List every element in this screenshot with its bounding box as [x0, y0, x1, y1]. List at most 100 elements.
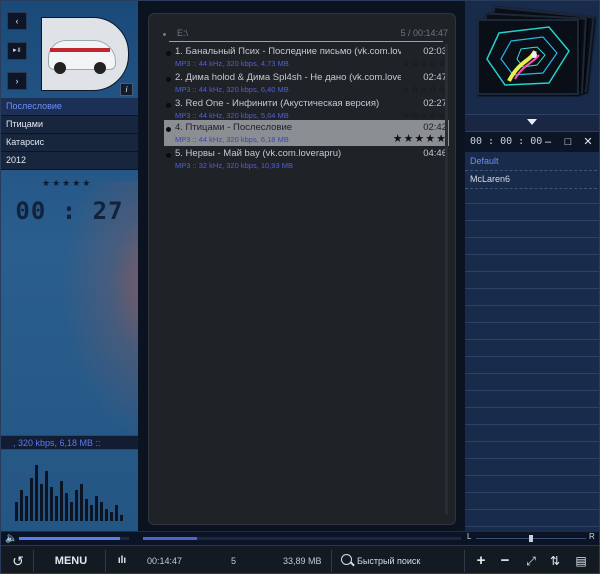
spectrum-bar — [105, 509, 108, 521]
info-icon[interactable]: i — [120, 83, 133, 96]
playlist-header: E:\ 5 / 00:14:47 — [163, 28, 448, 40]
track-duration: 04:46 — [423, 148, 447, 159]
remove-button[interactable]: − — [495, 546, 515, 573]
seek-progress — [143, 537, 197, 540]
header-divider — [169, 41, 443, 42]
player-window: ‹ ▸॥ › i Послесловие Птицами Катарсис 20… — [0, 0, 600, 574]
bitrate-info: , 320 kbps, 6,18 MB :: — [1, 435, 138, 450]
track-bullet — [166, 51, 171, 56]
track-meta: MP3 :: 44 kHz, 320 kbps, 6,40 MB — [175, 85, 289, 94]
triangle-down-icon — [527, 119, 537, 125]
equalizer-button[interactable]: ılı — [109, 546, 135, 573]
track-row[interactable]: 5. Нервы - Май bay (vk.com.loverapru) 04… — [164, 146, 449, 172]
playlist-path: E:\ — [177, 28, 189, 38]
elapsed-time: 00 : 27 — [15, 197, 124, 225]
track-row[interactable]: 2. Дима holod & Дима Spl4sh - Не дано (v… — [164, 70, 449, 96]
minimize-button[interactable]: – — [541, 134, 555, 150]
left-playlist-item[interactable]: Птицами — [1, 116, 138, 134]
visualization-toggle[interactable] — [465, 114, 599, 132]
spectrum-bar — [20, 490, 23, 521]
spectrum-bar — [45, 471, 48, 521]
toolbar: ↺ MENU ılı 00:14:47 5 33,89 MB + − ⤢ ⇅ ▤ — [1, 545, 599, 573]
play-pause-button[interactable]: ▸॥ — [7, 42, 27, 60]
playlist-summary: 5 / 00:14:47 — [400, 28, 448, 38]
track-rating[interactable]: ★★★★★ — [393, 132, 447, 145]
track-row-current[interactable]: 4. Птицами - Послесловие 02:42 MP3 :: 44… — [164, 120, 449, 146]
separator — [33, 550, 34, 572]
spectrum-bar — [120, 515, 123, 521]
next-button[interactable]: › — [7, 72, 27, 90]
track-title: 4. Птицами - Послесловие — [175, 122, 293, 133]
track-title: 2. Дима holod & Дима Spl4sh - Не дано (v… — [175, 72, 401, 83]
track-row[interactable]: 1. Банальный Псих - Последние письмо (vk… — [164, 44, 449, 70]
close-button[interactable]: ✕ — [581, 134, 595, 150]
track-bullet — [166, 153, 171, 158]
spectrum-bar — [100, 502, 103, 521]
spectrum-bar — [40, 484, 43, 521]
spectrum-bar — [110, 512, 113, 521]
search-icon[interactable] — [341, 554, 352, 565]
playlist-scrollbar[interactable] — [445, 44, 448, 514]
track-rating[interactable]: ☆☆☆☆☆ — [402, 58, 447, 69]
spectrum-visualizer — [15, 459, 125, 521]
slider-row: 🔈 L R — [1, 531, 599, 546]
quick-search-input[interactable] — [357, 552, 457, 570]
volume-icon[interactable]: 🔈 — [5, 533, 17, 544]
visualization-preview[interactable] — [475, 5, 595, 99]
spectrum-bar — [70, 502, 73, 521]
header-dot — [163, 33, 166, 36]
left-playlist-item[interactable]: Катарсис — [1, 134, 138, 152]
track-row[interactable]: 3. Red One - Инфинити (Акустическая верс… — [164, 96, 449, 122]
car-stripe — [50, 48, 110, 52]
empty-playlist-rows — [465, 187, 599, 527]
spectrum-bar — [30, 478, 33, 521]
right-time: 00 : 00 : 00 — [470, 136, 543, 147]
right-playlist-list: Default McLaren6 — [465, 153, 599, 189]
car-wheel — [94, 62, 106, 74]
spectrum-bar — [15, 502, 18, 521]
shuffle-button[interactable]: ⤢ — [521, 546, 541, 573]
spectrum-bar — [65, 493, 68, 521]
prev-button[interactable]: ‹ — [7, 12, 27, 30]
balance-right-label: R — [589, 532, 595, 541]
sort-button[interactable]: ⇅ — [545, 546, 565, 573]
document-icon[interactable]: ▤ — [571, 546, 591, 573]
spectrum-bar — [85, 499, 88, 521]
spectrum-bar — [90, 505, 93, 521]
left-playlist-item[interactable]: Послесловие — [1, 98, 138, 116]
separator — [464, 550, 465, 572]
spectrum-bar — [25, 496, 28, 521]
add-button[interactable]: + — [471, 546, 491, 573]
right-playlist-item[interactable]: Default — [465, 153, 599, 171]
menu-button[interactable]: MENU — [43, 546, 99, 573]
spectrum-bar — [95, 496, 98, 521]
balance-left-label: L — [467, 532, 472, 541]
album-cover[interactable] — [41, 17, 129, 91]
separator — [105, 550, 106, 572]
repeat-button[interactable]: ↺ — [7, 546, 29, 573]
spectrum-bar — [115, 505, 118, 521]
balance-knob[interactable] — [529, 535, 533, 542]
volume-level — [19, 537, 120, 540]
maximize-button[interactable]: □ — [561, 134, 575, 150]
track-duration: 02:03 — [423, 46, 447, 57]
playlist-panel: E:\ 5 / 00:14:47 1. Банальный Псих - Пос… — [148, 13, 456, 525]
track-duration: 02:27 — [423, 98, 447, 109]
spectrum-bar — [80, 484, 83, 521]
playlist-area: E:\ 5 / 00:14:47 1. Банальный Псих - Пос… — [139, 1, 463, 531]
track-bullet — [166, 127, 171, 132]
left-playlist-list: Послесловие Птицами Катарсис 2012 — [1, 98, 138, 170]
viz-card-front — [477, 19, 579, 95]
track-title: 3. Red One - Инфинити (Акустическая верс… — [175, 98, 380, 109]
spectrum-bar — [35, 465, 38, 521]
left-playlist-item[interactable]: 2012 — [1, 152, 138, 170]
spectrum-bar — [50, 487, 53, 521]
track-duration: 02:47 — [423, 72, 447, 83]
track-rating[interactable]: ☆☆☆☆☆ — [402, 84, 447, 95]
left-panel: ‹ ▸॥ › i Послесловие Птицами Катарсис 20… — [1, 1, 139, 549]
status-track-count: 5 — [231, 556, 237, 566]
rating-stars[interactable]: ★★★★★ — [42, 178, 92, 189]
track-title: 5. Нервы - Май bay (vk.com.loverapru) — [175, 148, 342, 159]
spectrum-bar — [75, 490, 78, 521]
tunnel-visual — [486, 26, 570, 86]
